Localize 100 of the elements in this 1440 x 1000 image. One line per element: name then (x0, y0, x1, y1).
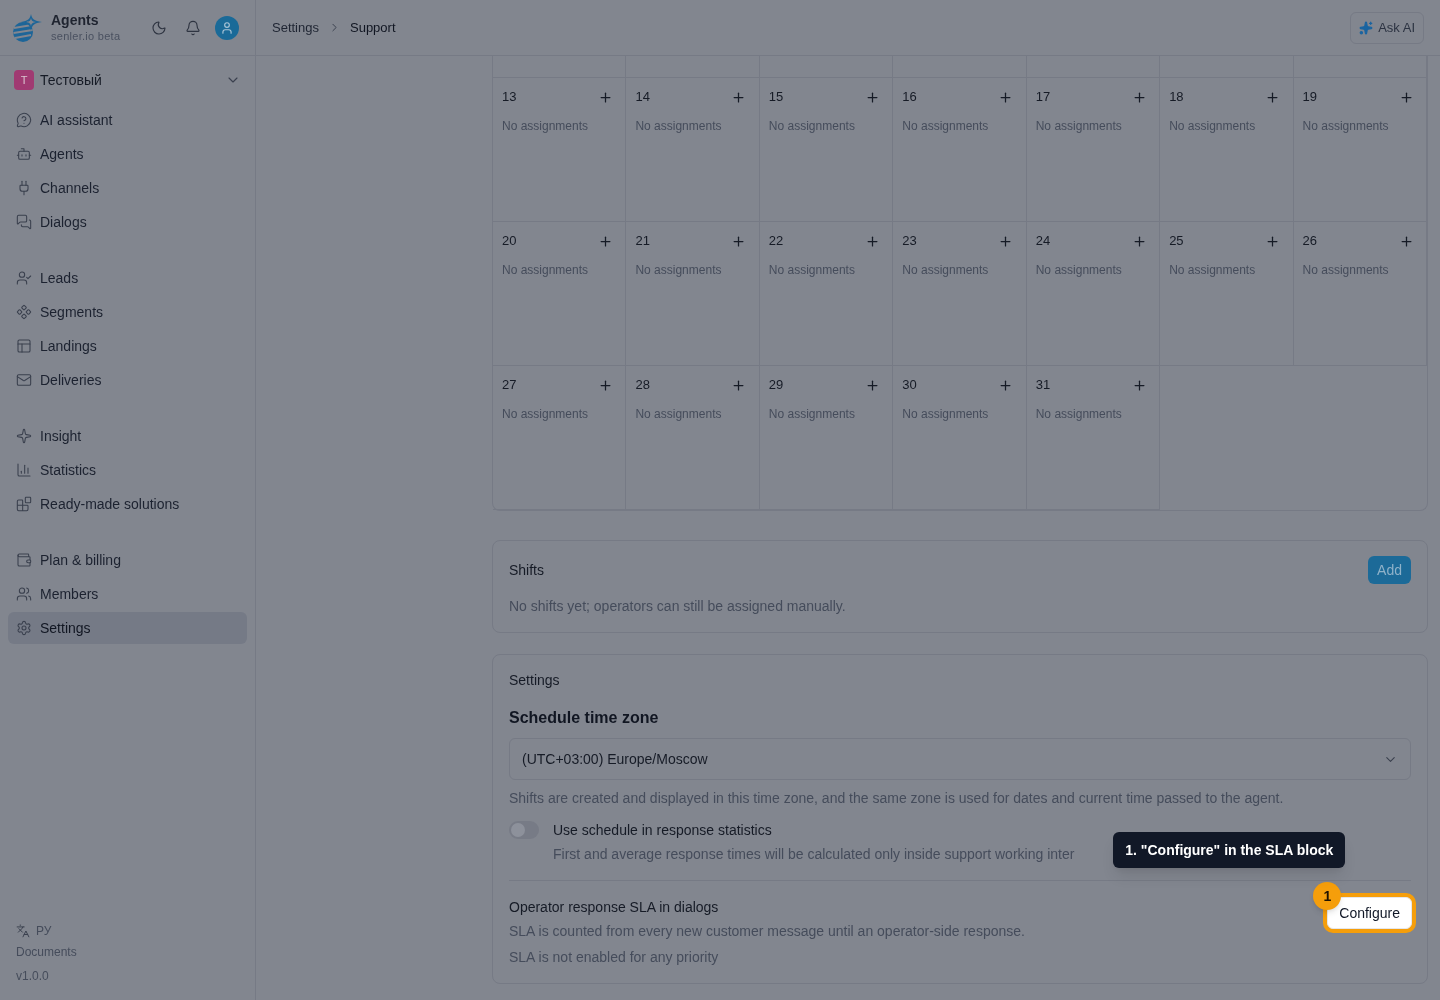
plus-icon (864, 377, 880, 393)
chat-question-icon (16, 112, 32, 128)
sidebar-item[interactable]: Deliveries (8, 364, 247, 396)
plus-icon (731, 377, 747, 393)
toggle-label: Use schedule in response statistics (553, 821, 773, 840)
plus-icon (864, 89, 880, 105)
settings-icon (16, 620, 32, 636)
plus-icon (597, 233, 613, 249)
users-icon (16, 586, 32, 602)
plus-icon (1131, 233, 1147, 249)
sparkles-icon (1359, 20, 1374, 35)
day-number: 19 (1301, 88, 1318, 107)
day-note: No assignments (1168, 262, 1257, 278)
sidebar-item[interactable]: Settings (8, 612, 247, 644)
day-note: No assignments (901, 406, 990, 422)
sidebar-item[interactable]: Leads (8, 262, 247, 294)
day-number: 18 (1168, 88, 1184, 107)
day-note: No assignments (767, 118, 856, 134)
plus-icon (597, 89, 613, 105)
sidebar-item[interactable]: Agents (8, 138, 247, 170)
sidebar-item[interactable]: Segments (8, 296, 247, 328)
breadcrumb-link[interactable]: Settings (272, 17, 319, 38)
day-note: No assignments (1034, 262, 1123, 278)
time-zone-label: Schedule time zone (509, 708, 660, 728)
envelope-icon (16, 372, 32, 388)
sla-status: SLA is not enabled for any priority (509, 948, 720, 967)
tour-tooltip: 1. "Configure" in the SLA block (1113, 832, 1346, 868)
day-note: No assignments (501, 118, 590, 134)
plus-icon (1265, 89, 1281, 105)
plus-icon (1265, 233, 1281, 249)
day-number: 29 (767, 376, 784, 395)
day-number: 16 (901, 88, 917, 107)
wallet-icon (16, 552, 32, 568)
day-note: No assignments (1301, 118, 1390, 134)
sidebar-item[interactable]: AI assistant (8, 104, 247, 136)
day-number: 24 (1034, 232, 1051, 251)
day-number: 17 (1034, 88, 1051, 107)
day-number: 22 (767, 232, 784, 251)
blocks-icon (16, 496, 32, 512)
add-shift-button[interactable]: Add (1368, 556, 1411, 584)
day-number: 28 (634, 376, 650, 395)
sidebar-item[interactable]: Members (8, 578, 247, 610)
day-note: No assignments (501, 406, 590, 422)
day-note: No assignments (901, 118, 990, 134)
moon-icon (151, 19, 167, 36)
day-note: No assignments (501, 262, 590, 278)
translate-icon (16, 924, 30, 938)
version-label: v1.0.0 (16, 968, 49, 984)
plus-icon (1398, 89, 1414, 105)
day-note: No assignments (634, 118, 723, 134)
sidebar-item[interactable]: Channels (8, 172, 247, 204)
user-check-icon (16, 270, 32, 286)
workspace-avatar: T (14, 70, 34, 90)
day-number: 25 (1168, 232, 1184, 251)
plus-icon (998, 89, 1014, 105)
robot-icon (16, 146, 32, 162)
day-note: No assignments (634, 262, 723, 278)
step-badge: 1 (1313, 882, 1342, 910)
day-number: 23 (901, 232, 917, 251)
day-number: 30 (901, 376, 917, 395)
plug-icon (16, 180, 32, 196)
day-note: No assignments (1301, 262, 1390, 278)
plus-icon (998, 377, 1014, 393)
toggle-description: First and average response times will be calculated only inside support working inter (553, 845, 1075, 864)
day-number: 26 (1301, 232, 1318, 251)
sidebar-item[interactable]: Ready-made solutions (8, 488, 247, 520)
day-number: 27 (501, 376, 517, 395)
sidebar-item[interactable]: Statistics (8, 454, 247, 486)
layout-icon (16, 338, 32, 354)
sidebar-item[interactable]: Insight (8, 420, 247, 452)
plus-icon (1131, 377, 1147, 393)
settings-title: Settings (509, 671, 561, 690)
plus-icon (731, 233, 747, 249)
plus-icon (731, 89, 747, 105)
ask-ai-button[interactable]: Ask AI (1350, 11, 1424, 44)
sidebar-item[interactable]: Dialogs (8, 206, 247, 238)
plus-icon (1398, 233, 1414, 249)
day-number: 13 (501, 88, 517, 107)
day-note: No assignments (1168, 118, 1257, 134)
plus-icon (1131, 89, 1147, 105)
sidebar-item[interactable]: Landings (8, 330, 247, 362)
day-number: 14 (634, 88, 650, 107)
sidebar-item[interactable]: Plan & billing (8, 544, 247, 576)
diamonds-icon (16, 304, 32, 320)
sla-description: SLA is counted from every new customer message until an operator-side response. (509, 922, 1025, 941)
day-number: 15 (767, 88, 784, 107)
day-number: 21 (634, 232, 650, 251)
workspace-selector[interactable]: T Тестовый (8, 64, 247, 96)
language-button[interactable]: РУ (16, 923, 239, 939)
plus-icon (597, 377, 613, 393)
day-note: No assignments (1034, 118, 1123, 134)
documents-link[interactable]: Documents (16, 944, 77, 960)
avatar-button[interactable] (215, 15, 239, 40)
shifts-title: Shifts (509, 560, 544, 580)
day-note: No assignments (767, 406, 856, 422)
day-number: 20 (501, 232, 517, 251)
sparkle-icon (16, 428, 32, 444)
user-icon (220, 20, 234, 35)
time-zone-select[interactable]: (UTC+03:00) Europe/Moscow (509, 738, 1411, 780)
bar-chart-icon (16, 462, 32, 478)
